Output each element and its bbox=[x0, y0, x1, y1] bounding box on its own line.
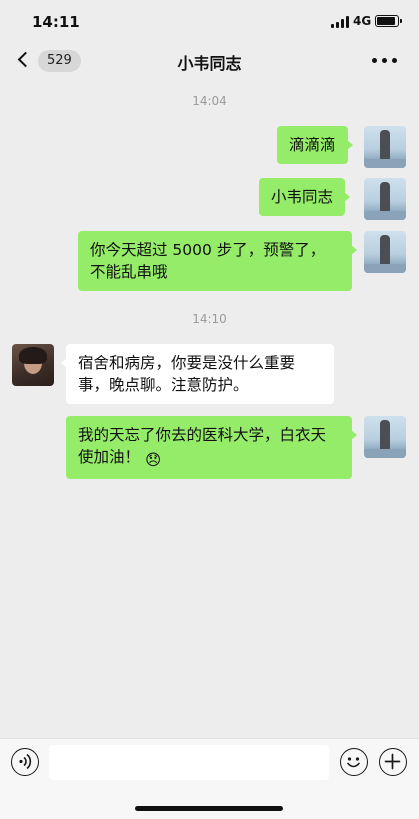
battery-icon bbox=[375, 15, 402, 27]
message-text: 我的天忘了你去的医科大学，白衣天使加油！ bbox=[78, 426, 327, 466]
back-button[interactable]: 529 bbox=[16, 48, 86, 74]
input-bar bbox=[0, 738, 419, 819]
signal-icon bbox=[331, 16, 349, 28]
emoji-button[interactable] bbox=[340, 748, 368, 776]
smile-icon bbox=[347, 757, 360, 768]
sent-message-bubble[interactable]: 小韦同志 bbox=[259, 178, 351, 216]
sent-message-bubble[interactable]: 你今天超过 5000 步了，预警了，不能乱串哦 bbox=[78, 231, 357, 291]
received-message-bubble[interactable]: 宿舍和病房，你要是没什么重要事，晚点聊。注意防护。 bbox=[61, 344, 334, 404]
my-avatar[interactable] bbox=[364, 178, 406, 220]
voice-button[interactable] bbox=[11, 748, 39, 776]
sad-face-emoji-icon: 😞 bbox=[144, 451, 162, 469]
status-bar: 14:11 4G bbox=[0, 0, 419, 44]
message-timestamp: 14:04 bbox=[192, 94, 227, 108]
contact-avatar[interactable] bbox=[12, 344, 54, 386]
more-button[interactable] bbox=[370, 54, 400, 68]
message-input[interactable] bbox=[49, 745, 329, 780]
sent-message-bubble[interactable]: 我的天忘了你去的医科大学，白衣天使加油！ 😞 bbox=[66, 416, 357, 479]
status-time: 14:11 bbox=[32, 13, 80, 31]
voice-icon bbox=[19, 753, 32, 770]
unread-count-badge: 529 bbox=[38, 50, 81, 72]
chat-header: 529 小韦同志 bbox=[0, 44, 419, 80]
chevron-left-icon bbox=[17, 51, 34, 68]
plus-icon bbox=[384, 753, 401, 770]
message-timestamp: 14:10 bbox=[192, 312, 227, 326]
home-indicator bbox=[135, 806, 283, 811]
my-avatar[interactable] bbox=[364, 231, 406, 273]
sent-message-bubble[interactable]: 滴滴滴 bbox=[277, 126, 353, 164]
my-avatar[interactable] bbox=[364, 126, 406, 168]
add-button[interactable] bbox=[379, 748, 407, 776]
more-dots-icon bbox=[372, 58, 377, 63]
network-label: 4G bbox=[353, 14, 372, 28]
my-avatar[interactable] bbox=[364, 416, 406, 458]
